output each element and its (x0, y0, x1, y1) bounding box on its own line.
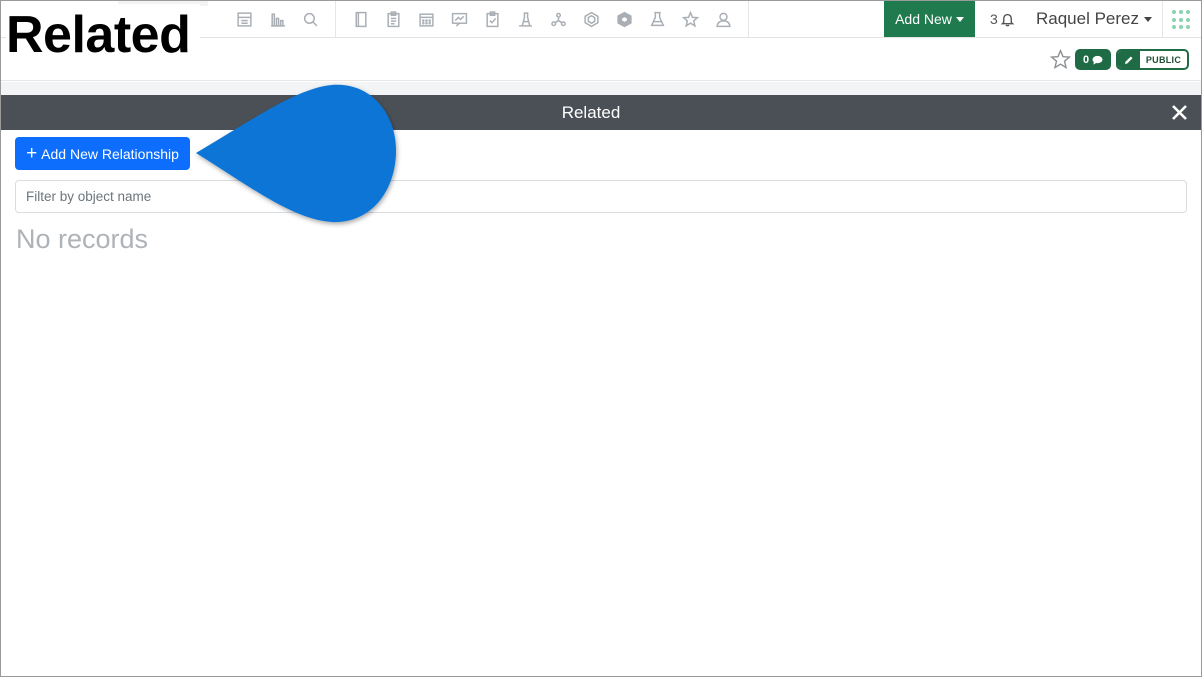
add-new-relationship-button[interactable]: + Add New Relationship (15, 137, 190, 170)
chevron-down-icon (955, 16, 964, 22)
nav-separator (748, 0, 749, 38)
caption-title: Related (6, 4, 201, 66)
comment-count: 0 (1082, 53, 1090, 66)
plus-icon: + (26, 142, 38, 164)
star-icon[interactable] (674, 0, 707, 38)
cube-icon[interactable] (608, 0, 641, 38)
visibility-label: PUBLIC (1145, 54, 1182, 65)
notifications-button[interactable]: 3 (990, 0, 1015, 38)
add-new-label: Add New (895, 11, 952, 27)
pencil-icon (1118, 51, 1140, 68)
clipboard-icon[interactable] (377, 0, 410, 38)
add-relationship-label: Add New Relationship (41, 145, 179, 162)
lab-flask-icon[interactable] (509, 0, 542, 38)
dashboard-icon[interactable] (228, 0, 261, 38)
notebook-icon[interactable] (344, 0, 377, 38)
close-icon[interactable] (1170, 103, 1189, 122)
checklist-icon[interactable] (476, 0, 509, 38)
content-gap (0, 82, 1202, 95)
related-panel-header: Related (0, 95, 1202, 130)
beaker-icon[interactable] (641, 0, 674, 38)
add-new-button[interactable]: Add New (884, 1, 975, 37)
nav-icon-group-primary (228, 0, 757, 38)
nav-separator (1162, 0, 1163, 38)
user-menu[interactable]: Raquel Perez (1036, 0, 1153, 38)
visibility-badge[interactable]: PUBLIC (1116, 49, 1189, 70)
notification-count: 3 (990, 11, 998, 27)
panel-title: Related (561, 103, 621, 122)
user-name: Raquel Perez (1036, 9, 1140, 28)
presentation-icon[interactable] (443, 0, 476, 38)
calendar-icon[interactable] (410, 0, 443, 38)
empty-state-text: No records (16, 224, 149, 254)
filter-input[interactable] (15, 180, 1187, 213)
chevron-down-icon (1144, 16, 1153, 22)
user-icon[interactable] (707, 0, 740, 38)
bell-icon (1000, 13, 1015, 26)
comments-badge[interactable]: 0 (1075, 49, 1111, 70)
comment-bubble-icon (1092, 55, 1103, 65)
chart-bars-icon[interactable] (261, 0, 294, 38)
search-icon[interactable] (294, 0, 327, 38)
hexagon-icon[interactable] (575, 0, 608, 38)
network-icon[interactable] (542, 0, 575, 38)
app-grid-icon[interactable] (1172, 10, 1192, 30)
favorite-star-icon[interactable] (1049, 48, 1072, 70)
nav-separator (335, 0, 336, 38)
